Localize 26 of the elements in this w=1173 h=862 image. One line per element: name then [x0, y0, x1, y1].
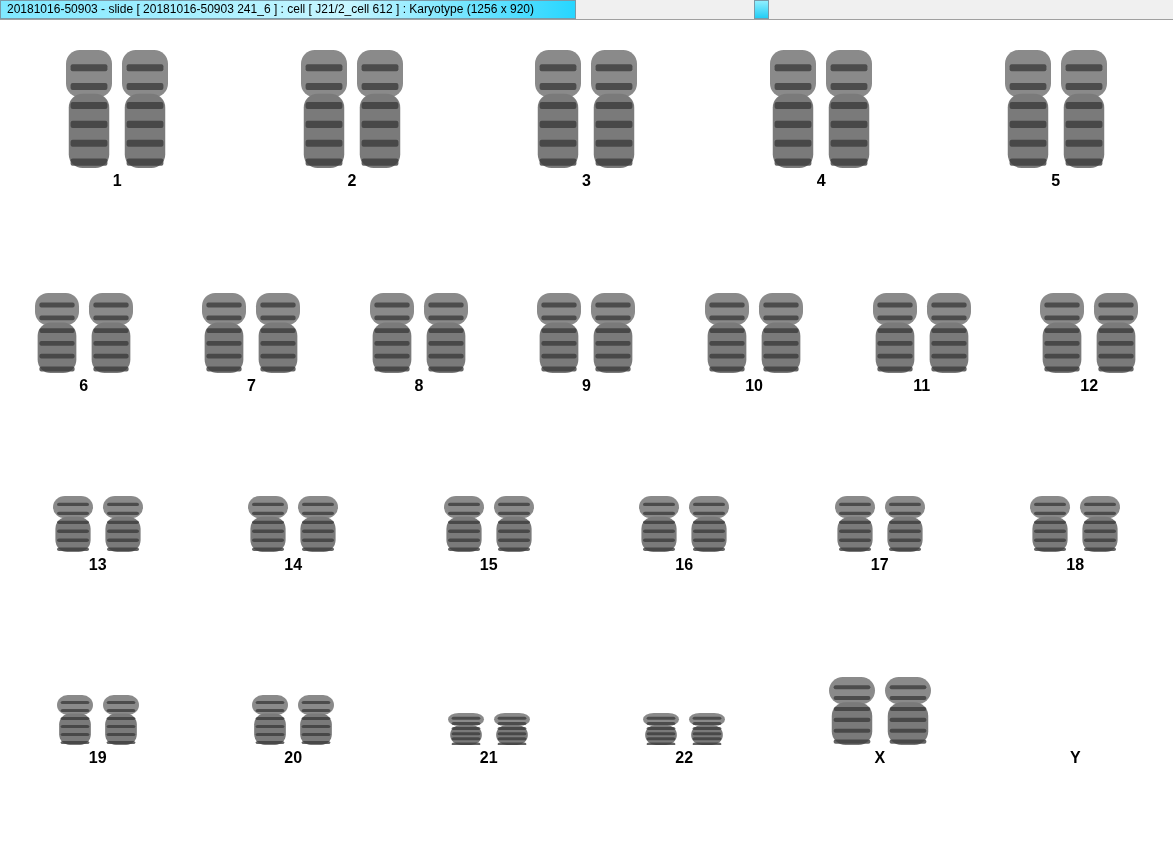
chromosome-label: 17	[870, 556, 889, 574]
chromosome-label: 6	[79, 377, 89, 395]
chromosome-label: X	[874, 749, 886, 767]
chromosome-label: 14	[284, 556, 303, 574]
chromosome-label: 19	[88, 749, 107, 767]
chromosome-label: 15	[479, 556, 498, 574]
chromosome-label: 8	[414, 377, 424, 395]
chromosome-label: 21	[479, 749, 498, 767]
chromosome-label: 18	[1066, 556, 1085, 574]
chromosome-label: 1	[112, 172, 122, 190]
chromosome-label: 20	[284, 749, 303, 767]
chromosome-label: 9	[582, 377, 591, 395]
chromosome-label: 10	[745, 377, 763, 395]
chromosome-label: 16	[675, 556, 694, 574]
chromosome-label: 7	[246, 377, 256, 395]
chromosome-label: 11	[913, 377, 931, 395]
chromosome-label: 22	[675, 749, 694, 767]
chromosome-label: 13	[88, 556, 107, 574]
chromosome-label: 4	[816, 172, 826, 190]
chromosome-label: 12	[1080, 377, 1099, 395]
chromosome-label: 5	[1051, 172, 1061, 190]
chromosome-label: 3	[582, 172, 591, 190]
chromosome-label: 2	[347, 172, 357, 190]
window-tab[interactable]	[754, 0, 769, 19]
chromosome-label: Y	[1069, 749, 1081, 767]
window-title: 20181016-50903 - slide [ 20181016-50903 241_6 ] : cell [ J21/2_cell 612 ] : Karyotype (1256 x 920)	[0, 0, 576, 19]
